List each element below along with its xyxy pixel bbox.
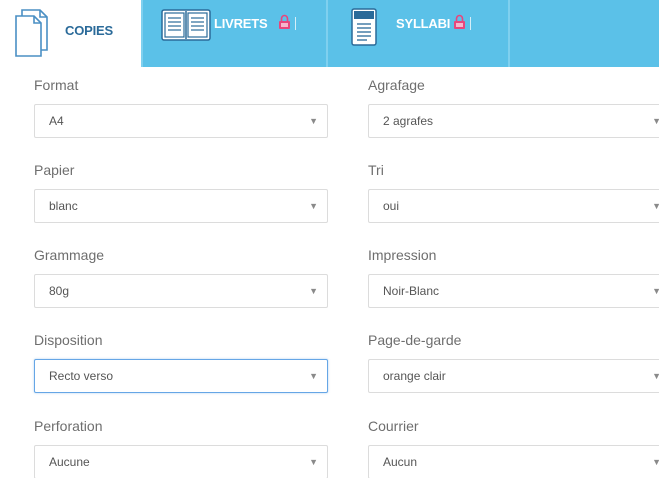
impression-select[interactable]: Noir-Blanc ▼	[368, 274, 659, 308]
papier-label: Papier	[34, 162, 75, 178]
notebook-icon	[349, 8, 379, 53]
tri-value: oui	[383, 199, 400, 213]
agrafage-select[interactable]: 2 agrafes ▼	[368, 104, 659, 138]
papier-select[interactable]: blanc ▼	[34, 189, 328, 223]
courrier-label: Courrier	[368, 418, 419, 434]
dropdown-arrow-icon: ▼	[309, 457, 318, 467]
lock-icon	[278, 14, 291, 35]
dropdown-arrow-icon: ▼	[652, 371, 659, 381]
page-de-garde-select[interactable]: orange clair ▼	[368, 359, 659, 393]
page-de-garde-label: Page-de-garde	[368, 332, 462, 348]
dropdown-arrow-icon: ▼	[309, 286, 318, 296]
page-de-garde-value: orange clair	[383, 369, 446, 383]
impression-label: Impression	[368, 247, 437, 263]
tab-separator	[295, 17, 296, 30]
dropdown-arrow-icon: ▼	[652, 286, 659, 296]
disposition-label: Disposition	[34, 332, 103, 348]
dropdown-arrow-icon: ▼	[309, 116, 318, 126]
courrier-select[interactable]: Aucun ▼	[368, 445, 659, 478]
tab-divider	[508, 0, 510, 67]
disposition-select[interactable]: Recto verso ▼	[34, 359, 328, 393]
grammage-select[interactable]: 80g ▼	[34, 274, 328, 308]
tab-bar: COPIES LIVRETS SYLLABI	[0, 0, 659, 67]
tab-syllabi[interactable]: SYLLABI	[326, 0, 508, 67]
open-book-icon	[161, 9, 211, 46]
tab-separator	[470, 17, 471, 30]
grammage-label: Grammage	[34, 247, 105, 263]
dropdown-arrow-icon: ▼	[652, 116, 659, 126]
agrafage-label: Agrafage	[368, 77, 425, 93]
print-options-page: COPIES LIVRETS SYLLABI Format A4 ▼ Papie…	[0, 0, 659, 478]
tab-syllabi-label: SYLLABI	[396, 16, 451, 31]
dropdown-arrow-icon: ▼	[309, 201, 318, 211]
tab-livrets[interactable]: LIVRETS	[141, 0, 326, 67]
tab-copies[interactable]: COPIES	[0, 0, 141, 67]
format-label: Format	[34, 77, 79, 93]
tab-livrets-label: LIVRETS	[214, 16, 268, 31]
perforation-select[interactable]: Aucune ▼	[34, 445, 328, 478]
courrier-value: Aucun	[383, 455, 418, 469]
format-value: A4	[49, 114, 64, 128]
agrafage-value: 2 agrafes	[383, 114, 434, 128]
format-select[interactable]: A4 ▼	[34, 104, 328, 138]
papier-value: blanc	[49, 199, 78, 213]
disposition-value: Recto verso	[49, 369, 114, 383]
grammage-value: 80g	[49, 284, 70, 298]
document-icon	[13, 7, 49, 64]
dropdown-arrow-icon: ▼	[652, 457, 659, 467]
perforation-value: Aucune	[49, 455, 90, 469]
tab-copies-label: COPIES	[65, 23, 113, 38]
lock-icon	[453, 14, 466, 35]
perforation-label: Perforation	[34, 418, 103, 434]
tri-select[interactable]: oui ▼	[368, 189, 659, 223]
impression-value: Noir-Blanc	[383, 284, 440, 298]
dropdown-arrow-icon: ▼	[309, 371, 318, 381]
dropdown-arrow-icon: ▼	[652, 201, 659, 211]
tri-label: Tri	[368, 162, 384, 178]
